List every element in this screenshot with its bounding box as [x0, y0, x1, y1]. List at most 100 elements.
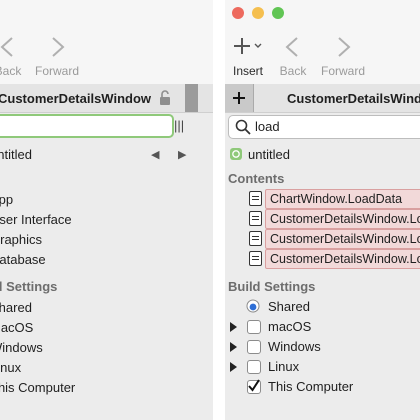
left-item-label: User Interface — [0, 212, 72, 227]
left-window: Back Forward CustomerDetailsWindow ||| u… — [0, 0, 213, 420]
radio-icon[interactable] — [246, 299, 260, 316]
left-item-label: App — [0, 192, 14, 207]
left-build-label: Linux — [0, 360, 22, 375]
disclosure-triangle-icon[interactable] — [230, 362, 237, 372]
build-item-label: Linux — [268, 359, 300, 374]
build-settings-header: Build Settings — [228, 279, 316, 294]
build-item-label: macOS — [268, 319, 312, 334]
left-build-label: macOS — [0, 320, 34, 335]
result-highlight: CustomerDetailsWindow.LoadOrders — [265, 249, 420, 269]
windows-checkbox[interactable] — [247, 340, 261, 354]
build-item-label: Windows — [268, 339, 321, 354]
back-button[interactable]: Back — [275, 34, 311, 78]
result-label: CustomerDetailsWindow.LoadOrders — [270, 252, 420, 266]
left-project-row[interactable]: untitled — [0, 147, 32, 162]
forward-button[interactable]: Forward — [320, 34, 366, 78]
left-build-label: This Computer — [0, 380, 76, 395]
lock-icon[interactable] — [159, 90, 171, 111]
doc-icon — [249, 211, 262, 226]
result-label: CustomerDetailsWindow.LoadCustomer — [270, 212, 420, 226]
doc-icon — [249, 251, 262, 266]
result-label: CustomerDetailsWindow.LoadDetails — [270, 232, 420, 246]
result-highlight: CustomerDetailsWindow.LoadDetails — [265, 229, 420, 249]
macos-checkbox[interactable] — [247, 320, 261, 334]
window-divider — [213, 0, 225, 420]
left-build-shared[interactable]: Shared — [0, 300, 32, 315]
checkmark-icon — [248, 379, 260, 392]
chevron-left-icon — [0, 34, 28, 60]
plus-icon — [228, 34, 268, 60]
build-item-shared[interactable]: Shared — [225, 299, 420, 317]
result-row[interactable]: CustomerDetailsWindow.LoadCustomer — [225, 208, 420, 229]
minimize-window-button[interactable] — [252, 7, 264, 19]
build-item-macos[interactable]: macOS — [225, 319, 420, 337]
doc-icon — [249, 231, 262, 246]
left-item-app[interactable]: App — [0, 192, 13, 207]
result-row[interactable]: CustomerDetailsWindow.LoadOrders — [225, 248, 420, 269]
search-icon — [235, 119, 251, 140]
this-computer-checkbox[interactable] — [247, 379, 261, 394]
right-project-label: untitled — [248, 147, 290, 162]
close-window-button[interactable] — [232, 7, 244, 19]
right-search-row — [225, 112, 420, 142]
insert-label: Insert — [232, 64, 263, 78]
left-build-this-computer[interactable]: This Computer — [0, 380, 75, 395]
disclosure-triangle-icon[interactable] — [230, 322, 237, 332]
linux-checkbox[interactable] — [247, 360, 261, 374]
right-search-input[interactable] — [255, 118, 415, 134]
result-highlight: ChartWindow.LoadData — [265, 189, 420, 209]
forward-button[interactable]: Forward — [34, 34, 80, 78]
build-item-windows[interactable]: Windows — [225, 339, 420, 357]
left-item-label: Database — [0, 252, 46, 267]
left-item-label: Graphics — [0, 232, 43, 247]
right-tab-bar: CustomerDetailsWindow — [225, 84, 420, 113]
back-button[interactable]: Back — [0, 34, 28, 78]
forward-label: Forward — [34, 64, 79, 78]
left-build-label: Shared — [0, 300, 32, 315]
next-result-icon[interactable]: ▶ — [178, 148, 186, 161]
zoom-window-button[interactable] — [272, 7, 284, 19]
chevron-right-icon — [34, 34, 80, 60]
result-row[interactable]: CustomerDetailsWindow.LoadDetails — [225, 228, 420, 249]
right-window-title: CustomerDetailsWindow — [287, 91, 420, 106]
left-project-label: untitled — [0, 147, 32, 162]
chevron-right-icon — [320, 34, 366, 60]
plus-icon — [233, 92, 245, 104]
left-toolbar: Back Forward — [0, 0, 213, 87]
insert-button[interactable]: Insert — [228, 34, 268, 78]
prev-result-icon[interactable]: ◀ — [151, 148, 159, 161]
left-item-database[interactable]: Database — [0, 252, 46, 267]
left-build-label: Windows — [0, 340, 43, 355]
contents-header: Contents — [228, 171, 285, 186]
right-search-field[interactable] — [228, 115, 420, 139]
build-item-linux[interactable]: Linux — [225, 359, 420, 377]
left-search-row: ||| — [0, 112, 213, 142]
left-window-title: CustomerDetailsWindow — [0, 91, 152, 106]
left-build-macos[interactable]: macOS — [0, 320, 33, 335]
left-tab-bar: CustomerDetailsWindow — [0, 84, 213, 113]
right-window: Insert Back Forward CustomerDetailsWindo… — [225, 0, 420, 420]
tab-scroll-indicator — [185, 84, 198, 112]
columns-icon[interactable]: ||| — [174, 118, 184, 133]
add-tab-button[interactable] — [225, 84, 254, 112]
left-build-linux[interactable]: Linux — [0, 360, 21, 375]
result-highlight: CustomerDetailsWindow.LoadCustomer — [265, 209, 420, 229]
right-toolbar: Insert Back Forward — [225, 0, 420, 87]
back-label: Back — [0, 64, 22, 78]
left-item-ui[interactable]: User Interface — [0, 212, 72, 227]
left-item-graphics[interactable]: Graphics — [0, 232, 42, 247]
back-label: Back — [279, 64, 307, 78]
forward-label: Forward — [320, 64, 365, 78]
result-row[interactable]: ChartWindow.LoadData — [225, 188, 420, 209]
chevron-left-icon — [275, 34, 311, 60]
doc-icon — [249, 191, 262, 206]
project-icon — [230, 148, 242, 160]
left-build-windows[interactable]: Windows — [0, 340, 43, 355]
build-item-this-computer[interactable]: This Computer — [225, 379, 420, 397]
disclosure-triangle-icon[interactable] — [230, 342, 237, 352]
result-label: ChartWindow.LoadData — [270, 192, 403, 206]
left-search-input[interactable] — [0, 114, 174, 138]
build-item-label: Shared — [268, 299, 310, 314]
build-item-label: This Computer — [268, 379, 354, 394]
left-build-settings-header: Build Settings — [0, 279, 58, 294]
